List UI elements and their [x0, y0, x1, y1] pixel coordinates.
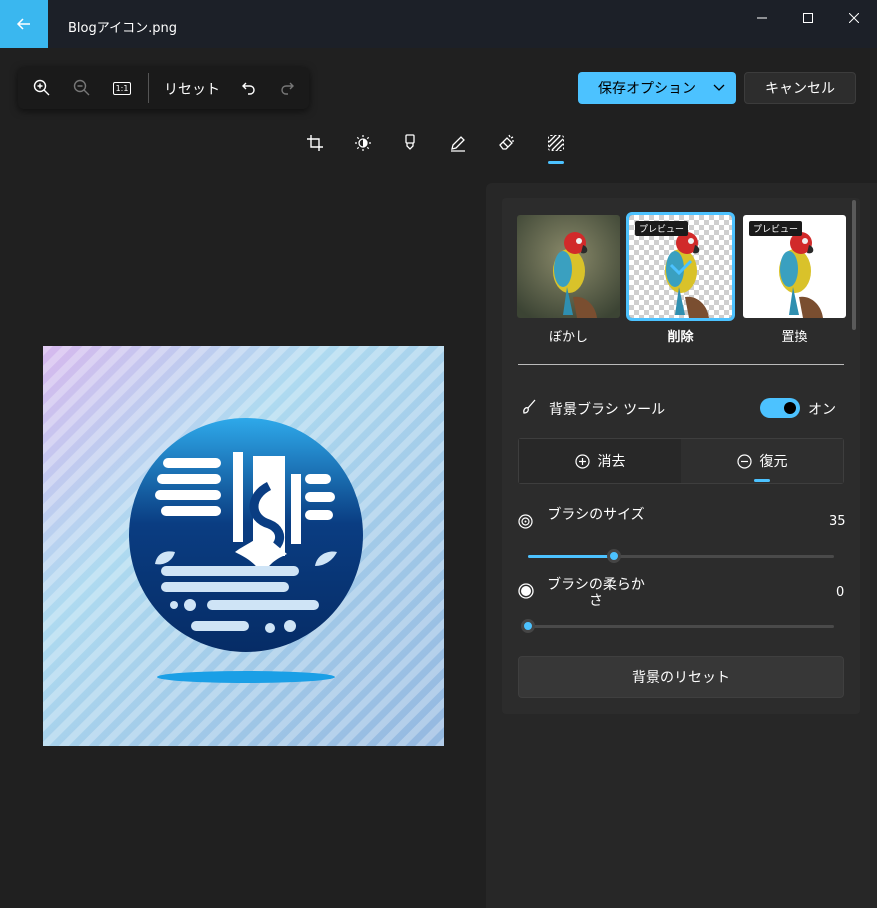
redo-icon	[281, 82, 294, 95]
thumbnail-remove-label: 削除	[667, 330, 694, 345]
restore-label: 復元	[759, 454, 788, 470]
edited-image[interactable]	[43, 346, 444, 746]
zoom-out-icon	[73, 79, 90, 96]
reset-background-button[interactable]: 背景のリセット	[518, 656, 844, 698]
brush-size-slider-fill	[528, 555, 614, 558]
brush-mode-selector: 消去 復元	[518, 438, 844, 484]
chevron-down-icon	[713, 84, 725, 91]
tab-markup[interactable]	[445, 132, 471, 154]
brush-icon	[523, 399, 536, 414]
back-button[interactable]	[0, 0, 48, 48]
tab-adjust[interactable]	[350, 132, 376, 154]
minimize-icon	[757, 17, 767, 19]
restore-button[interactable]: 復元	[681, 439, 843, 483]
actual-size-icon: 1:1	[112, 81, 132, 95]
window-title: Blogアイコン.png	[68, 21, 177, 36]
zoom-in-icon	[33, 79, 50, 96]
actual-size-button[interactable]: 1:1	[110, 76, 134, 100]
save-options-label: 保存オプション	[598, 81, 696, 97]
thumbnail-remove[interactable]: プレビュー	[626, 212, 735, 321]
tab-background[interactable]	[543, 132, 569, 154]
brush-size-slider-thumb[interactable]	[606, 549, 621, 563]
thumbnail-replace[interactable]: プレビュー	[743, 215, 846, 318]
save-options-button[interactable]: 保存オプション	[578, 72, 736, 104]
eraser-icon	[499, 134, 514, 150]
brush-softness-icon	[518, 583, 534, 599]
brush-tool-label: 背景ブラシ ツール	[549, 402, 666, 418]
minus-circle-icon	[736, 453, 752, 469]
undo-button[interactable]	[237, 76, 261, 100]
erase-button[interactable]: 消去	[519, 439, 681, 483]
blog-icon-artwork	[43, 346, 444, 746]
reset-button[interactable]: リセット	[164, 79, 220, 99]
zoom-toolbar: 1:1 リセット	[18, 67, 309, 109]
back-arrow-icon	[16, 18, 30, 30]
tab-crop[interactable]	[302, 132, 328, 154]
minimize-button[interactable]	[739, 0, 785, 36]
plus-circle-icon	[574, 453, 590, 469]
brush-softness-label: ブラシの柔らかさ	[547, 577, 645, 609]
maximize-button[interactable]	[785, 0, 831, 36]
brush-tool-toggle[interactable]	[760, 398, 800, 418]
toggle-knob	[784, 402, 796, 414]
panel-divider	[518, 364, 844, 365]
brush-softness-slider-thumb[interactable]	[521, 619, 535, 633]
erase-label: 消去	[597, 454, 626, 470]
thumbnail-blur-label: ぼかし	[548, 330, 588, 345]
brightness-icon	[355, 135, 371, 151]
undo-icon	[242, 82, 255, 95]
thumbnail-replace-label: 置換	[781, 330, 808, 345]
brush-size-value: 35	[829, 514, 846, 529]
preview-badge: プレビュー	[635, 221, 689, 236]
brush-size-label: ブラシのサイズ	[547, 507, 645, 523]
zoom-out-button[interactable]	[70, 76, 94, 100]
preview-badge: プレビュー	[749, 221, 803, 236]
zoom-in-button[interactable]	[30, 76, 54, 100]
crop-icon	[307, 135, 323, 151]
brush-softness-value: 0	[836, 585, 845, 600]
pen-icon	[451, 136, 465, 152]
maximize-icon	[803, 13, 813, 23]
parrot-image	[517, 215, 620, 318]
thumbnail-blur[interactable]	[517, 215, 620, 318]
close-button[interactable]	[831, 0, 877, 36]
cancel-button[interactable]: キャンセル	[744, 72, 856, 104]
brush-size-icon	[518, 514, 533, 529]
redo-button[interactable]	[275, 76, 299, 100]
restore-selected-indicator	[754, 479, 770, 482]
panel-scrollbar[interactable]	[852, 200, 856, 330]
toolbar-divider	[148, 73, 149, 103]
marker-icon	[405, 134, 415, 150]
tab-erase[interactable]	[494, 132, 520, 154]
tab-filter[interactable]	[397, 132, 423, 154]
brush-tool-toggle-label: オン	[808, 402, 836, 418]
brush-softness-slider-track[interactable]	[528, 625, 834, 628]
close-icon	[849, 13, 859, 23]
active-tab-indicator	[548, 161, 564, 164]
background-icon	[548, 135, 564, 151]
